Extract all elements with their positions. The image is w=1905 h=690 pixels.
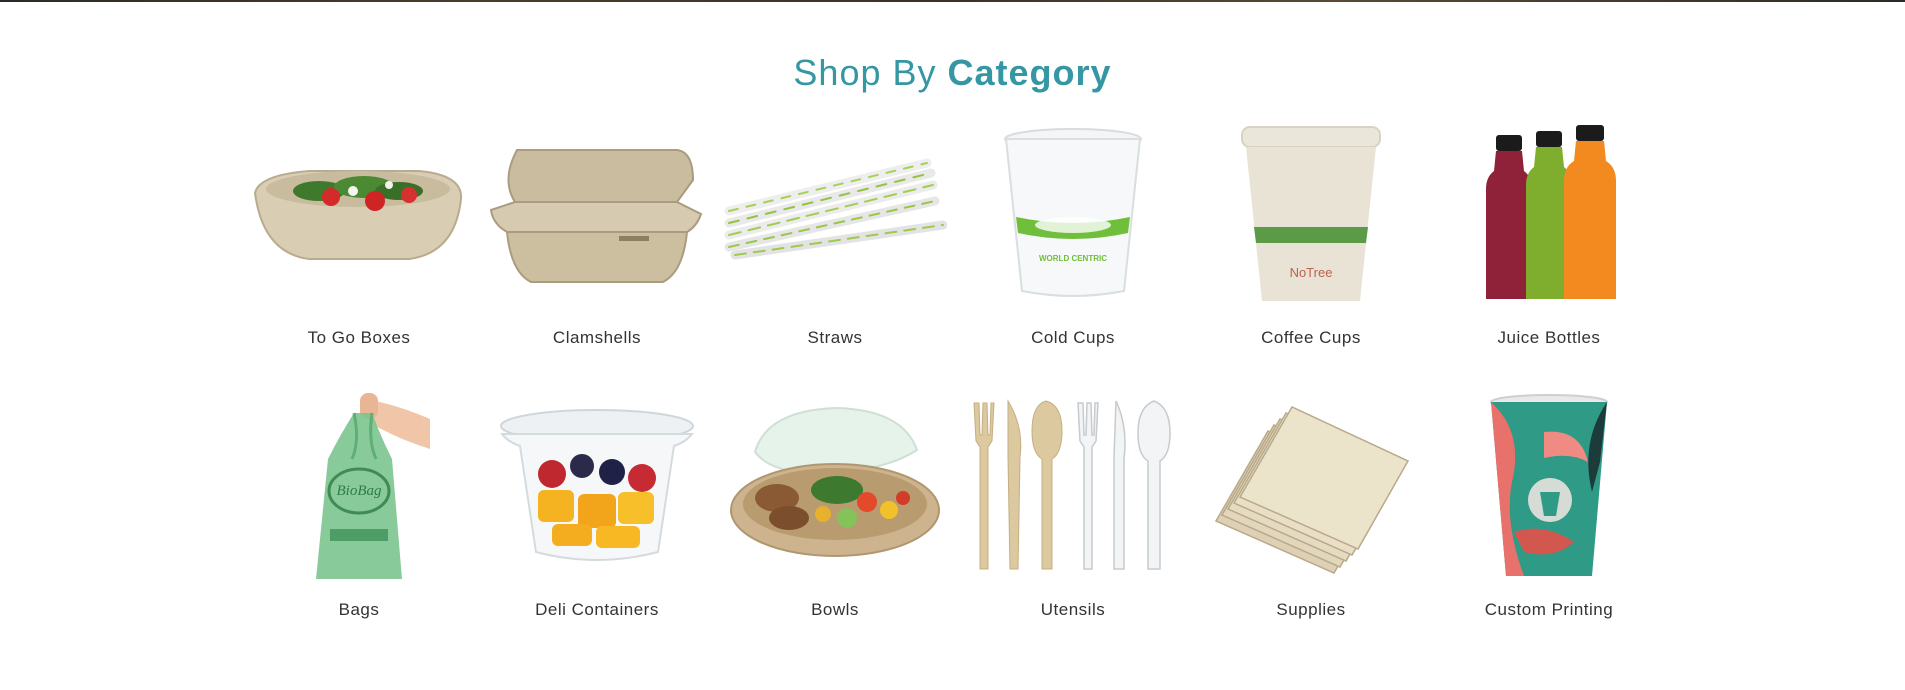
svg-text:WORLD CENTRIC: WORLD CENTRIC (1039, 254, 1107, 263)
category-supplies[interactable]: Supplies (1192, 392, 1430, 664)
category-bowls[interactable]: Bowls (716, 392, 954, 664)
category-label: Juice Bottles (1497, 328, 1601, 347)
svg-text:NoTree: NoTree (1290, 265, 1333, 280)
cold-cup-image: WORLD CENTRIC (954, 120, 1192, 310)
napkins-image (1192, 392, 1430, 582)
category-deli-containers[interactable]: Deli Containers (478, 392, 716, 664)
hero-image-bottom-edge (0, 0, 1905, 2)
category-grid: To Go Boxes Clamshells Straws WORLD CENT… (240, 120, 1670, 664)
custom-cup-image (1430, 392, 1668, 582)
coffee-cup-image: NoTree (1192, 120, 1430, 310)
category-cold-cups[interactable]: WORLD CENTRIC Cold Cups (954, 120, 1192, 392)
bowl-image (716, 392, 954, 582)
utensils-image (954, 392, 1192, 582)
category-straws[interactable]: Straws (716, 120, 954, 392)
category-label: Utensils (1040, 600, 1106, 619)
category-label: Straws (807, 328, 863, 347)
category-label: To Go Boxes (307, 328, 411, 347)
svg-text:BioBag: BioBag (337, 483, 382, 499)
category-to-go-boxes[interactable]: To Go Boxes (240, 120, 478, 392)
category-utensils[interactable]: Utensils (954, 392, 1192, 664)
section-title: Shop By Category (0, 52, 1905, 94)
clamshell-image (478, 120, 716, 310)
category-label: Deli Containers (535, 600, 659, 619)
category-label: Bags (338, 600, 380, 619)
deli-container-image (478, 392, 716, 582)
category-label: Bowls (811, 600, 859, 619)
category-clamshells[interactable]: Clamshells (478, 120, 716, 392)
juice-bottles-image (1430, 120, 1668, 310)
bag-image: BioBag (240, 392, 478, 582)
salad-box-image (240, 120, 478, 310)
category-bags[interactable]: BioBag Bags (240, 392, 478, 664)
category-coffee-cups[interactable]: NoTree Coffee Cups (1192, 120, 1430, 392)
category-label: Coffee Cups (1261, 328, 1361, 347)
section-title-bold: Category (947, 52, 1112, 93)
category-label: Supplies (1276, 600, 1346, 619)
straws-image (716, 120, 954, 310)
section-title-light: Shop By (793, 52, 937, 93)
category-label: Clamshells (552, 328, 642, 347)
category-juice-bottles[interactable]: Juice Bottles (1430, 120, 1668, 392)
category-label: Cold Cups (1031, 328, 1115, 347)
category-label: Custom Printing (1484, 600, 1614, 619)
category-custom-printing[interactable]: Custom Printing (1430, 392, 1668, 664)
